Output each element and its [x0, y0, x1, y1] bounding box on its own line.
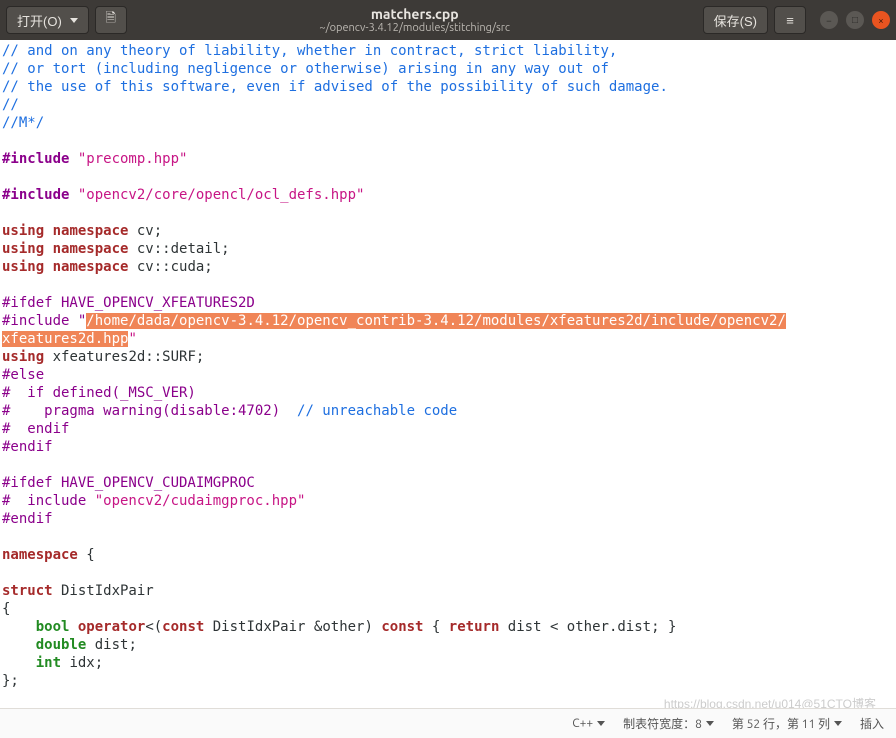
chevron-down-icon	[706, 721, 714, 726]
keyword: using	[2, 241, 44, 257]
include-directive: #include	[2, 187, 78, 203]
highlighted-path: xfeatures2d.hpp	[2, 331, 128, 347]
code-text: idx;	[61, 655, 103, 671]
type: int	[36, 655, 61, 671]
struct-name: DistIdxPair	[53, 583, 154, 599]
language-label: C++	[572, 717, 593, 730]
keyword: using	[2, 223, 44, 239]
code-text: dist < other.dist; }	[499, 619, 676, 635]
title-area: matchers.cpp ~/opencv-3.4.12/modules/sti…	[133, 6, 697, 34]
code-editor[interactable]: // and on any theory of liability, wheth…	[0, 40, 896, 708]
keyword: operator	[78, 619, 145, 635]
keyword: using	[2, 349, 44, 365]
brace: {	[2, 601, 10, 617]
comment-line: // and on any theory of liability, wheth…	[2, 43, 617, 59]
close-button[interactable]: ×	[872, 11, 890, 29]
file-path: ~/opencv-3.4.12/modules/stitching/src	[133, 22, 697, 34]
maximize-icon: □	[852, 14, 858, 26]
file-title: matchers.cpp	[133, 6, 697, 22]
code-text: DistIdxPair &other)	[204, 619, 381, 635]
preprocessor: # pragma warning(disable:4702)	[2, 403, 280, 419]
preprocessor: #endif	[2, 511, 53, 527]
comment-line: //	[2, 97, 19, 113]
highlighted-path: /home/dada/opencv-3.4.12/opencv_contrib-…	[86, 313, 786, 329]
insert-mode[interactable]: 插入	[860, 715, 884, 732]
include-directive: # include	[2, 493, 95, 509]
keyword: namespace	[53, 223, 129, 239]
menu-button[interactable]: ≡	[774, 6, 806, 34]
language-selector[interactable]: C++	[572, 717, 605, 730]
keyword: using	[2, 259, 44, 275]
keyword: namespace	[53, 241, 129, 257]
code-text: dist;	[86, 637, 137, 653]
include-directive: #include	[2, 151, 78, 167]
preprocessor: # if defined(_MSC_VER)	[2, 385, 196, 401]
brace: };	[2, 673, 19, 689]
mode-label: 插入	[860, 715, 884, 732]
code-text: cv::cuda;	[128, 259, 212, 275]
open-button[interactable]: 打开(O)	[6, 6, 89, 34]
chevron-down-icon	[834, 721, 842, 726]
string-end: "	[128, 331, 136, 347]
minimize-button[interactable]: −	[820, 11, 838, 29]
chevron-down-icon	[597, 721, 605, 726]
keyword: struct	[2, 583, 53, 599]
code-text: {	[78, 547, 95, 563]
code-text: xfeatures2d::SURF;	[44, 349, 204, 365]
type: double	[36, 637, 87, 653]
hamburger-icon: ≡	[786, 13, 794, 28]
keyword: const	[162, 619, 204, 635]
titlebar: 打开(O) 🗎 matchers.cpp ~/opencv-3.4.12/mod…	[0, 0, 896, 40]
new-document-button[interactable]: 🗎	[95, 6, 127, 34]
keyword: return	[449, 619, 500, 635]
open-label: 打开(O)	[17, 11, 62, 30]
preprocessor: # endif	[2, 421, 69, 437]
code-text: <(	[145, 619, 162, 635]
include-path: "opencv2/cudaimgproc.hpp"	[95, 493, 306, 509]
preprocessor: #ifdef HAVE_OPENCV_XFEATURES2D	[2, 295, 255, 311]
preprocessor: #endif	[2, 439, 53, 455]
comment: // unreachable code	[280, 403, 457, 419]
chevron-down-icon	[70, 18, 78, 23]
keyword: namespace	[53, 259, 129, 275]
code-text: cv::detail;	[128, 241, 229, 257]
tabwidth-label: 制表符宽度：8	[623, 715, 702, 732]
include-path: "opencv2/core/opencl/ocl_defs.hpp"	[78, 187, 365, 203]
preprocessor: #ifdef HAVE_OPENCV_CUDAIMGPROC	[2, 475, 255, 491]
document-icon: 🗎	[106, 9, 116, 31]
cursor-position[interactable]: 第 52 行，第 11 列	[732, 715, 842, 732]
tabwidth-selector[interactable]: 制表符宽度：8	[623, 715, 714, 732]
code-text: cv;	[128, 223, 162, 239]
statusbar: C++ 制表符宽度：8 第 52 行，第 11 列 插入	[0, 708, 896, 738]
comment-line: // the use of this software, even if adv…	[2, 79, 668, 95]
preprocessor: #else	[2, 367, 44, 383]
position-label: 第 52 行，第 11 列	[732, 715, 830, 732]
save-label: 保存(S)	[714, 11, 757, 30]
include-path: "precomp.hpp"	[78, 151, 188, 167]
keyword: namespace	[2, 547, 78, 563]
minimize-icon: −	[826, 15, 832, 26]
close-icon: ×	[878, 15, 884, 26]
code-text: {	[424, 619, 449, 635]
save-button[interactable]: 保存(S)	[703, 6, 768, 34]
maximize-button[interactable]: □	[846, 11, 864, 29]
type: bool	[36, 619, 70, 635]
comment-line: // or tort (including negligence or othe…	[2, 61, 609, 77]
keyword: const	[381, 619, 423, 635]
window-controls: − □ ×	[820, 11, 890, 29]
include-directive: #include "	[2, 313, 86, 329]
comment-line: //M*/	[2, 115, 44, 131]
